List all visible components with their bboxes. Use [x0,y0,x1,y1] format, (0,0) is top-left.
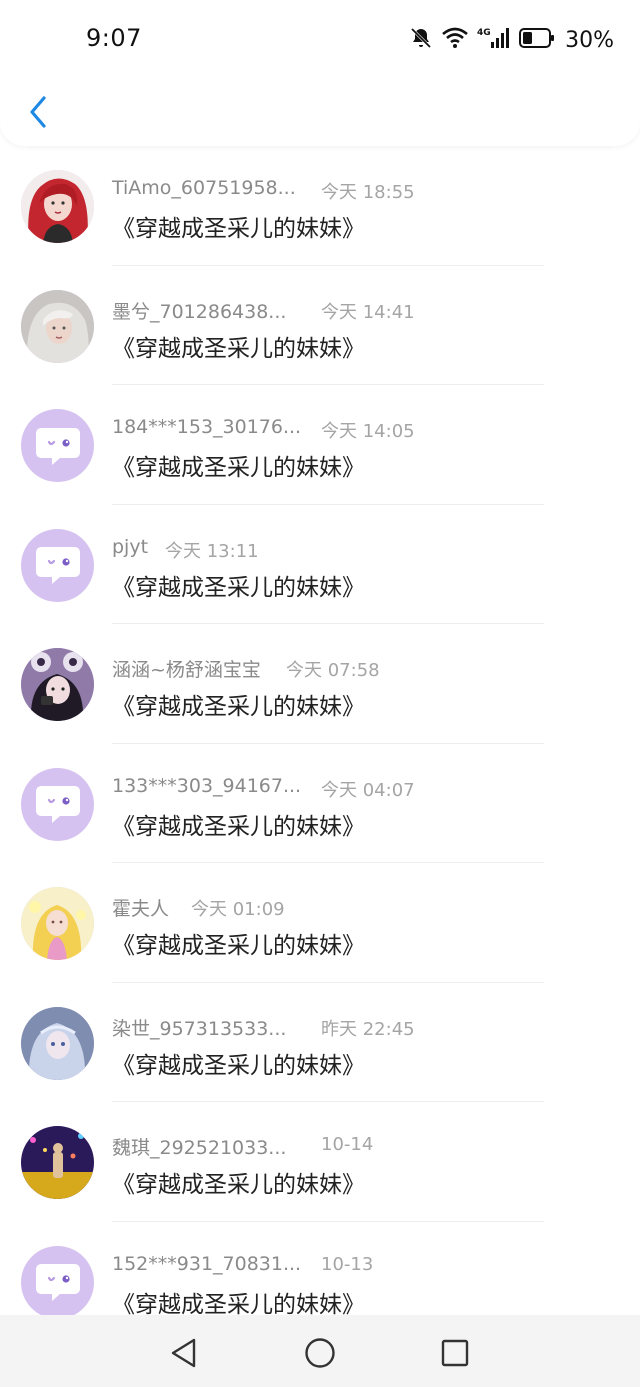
list-item[interactable]: 霍夫人 今天 01:09 《穿越成圣采儿的妹妹》 [0,863,640,983]
user-name: TiAmo_60751958... [112,177,296,199]
list-item[interactable]: 涵涵~杨舒涵宝宝 今天 07:58 《穿越成圣采儿的妹妹》 [0,624,640,744]
timestamp: 今天 13:11 [165,540,259,562]
list-item[interactable]: 184***153_30176... 今天 14:05 《穿越成圣采儿的妹妹》 [0,385,640,505]
avatar[interactable] [21,648,94,721]
timestamp: 今天 14:41 [321,301,415,323]
user-name: 184***153_30176... [112,416,302,438]
wifi-icon [441,26,469,54]
avatar[interactable] [21,887,94,960]
svg-text:4G: 4G [477,28,491,38]
home-circle-icon [305,1338,335,1368]
book-title: 《穿越成圣采儿的妹妹》 [112,335,365,362]
chat-bubble-icon [35,547,80,584]
recents-square-icon [441,1339,469,1367]
user-name: 魏琪_292521033... [112,1137,287,1159]
avatar[interactable] [21,767,94,841]
book-title: 《穿越成圣采儿的妹妹》 [112,574,365,601]
list-item[interactable]: 133***303_94167... 今天 04:07 《穿越成圣采儿的妹妹》 [0,744,640,863]
back-triangle-icon [171,1338,196,1368]
avatar[interactable] [21,409,94,482]
4g-signal-icon: 4G [477,26,511,54]
book-title: 《穿越成圣采儿的妹妹》 [112,1172,365,1198]
book-title: 《穿越成圣采儿的妹妹》 [112,455,365,481]
book-title: 《穿越成圣采儿的妹妹》 [112,1052,365,1079]
list-item[interactable]: 染世_957313533... 昨天 22:45 《穿越成圣采儿的妹妹》 [0,983,640,1102]
user-name: 墨兮_701286438... [112,300,287,323]
list-item[interactable]: TiAmo_60751958... 今天 18:55 《穿越成圣采儿的妹妹》 [0,146,640,266]
book-title: 《穿越成圣采儿的妹妹》 [112,933,365,959]
avatar[interactable] [21,528,94,602]
avatar[interactable] [21,1245,94,1319]
status-time: 9:07 [86,24,142,52]
timestamp: 10-14 [321,1134,374,1155]
user-name: 152***931_70831... [112,1252,302,1275]
user-name: 染世_957313533... [112,1017,287,1040]
avatar[interactable] [21,289,94,363]
list-item[interactable]: pjyt 今天 13:11 《穿越成圣采儿的妹妹》 [0,505,640,624]
timestamp: 昨天 22:45 [321,1018,415,1040]
timestamp: 今天 07:58 [286,660,380,681]
status-icons: 4G 30% [409,24,614,56]
book-title: 《穿越成圣采儿的妹妹》 [112,1291,365,1318]
book-title: 《穿越成圣采儿的妹妹》 [112,813,365,840]
timestamp: 今天 04:07 [321,779,415,801]
timestamp: 今天 01:09 [191,899,285,920]
timestamp: 今天 18:55 [321,182,415,203]
avatar[interactable] [21,170,94,243]
user-name: 霍夫人 [112,898,170,920]
header: 9:07 4G 30% [0,0,640,146]
list-item[interactable]: 魏琪_292521033... 10-14 《穿越成圣采儿的妹妹》 [0,1102,640,1222]
avatar[interactable] [21,1006,94,1080]
user-name: pjyt [112,535,149,558]
battery-percent: 30% [565,27,614,53]
timestamp: 10-13 [321,1253,374,1275]
user-name: 133***303_94167... [112,774,302,797]
chevron-left-icon [30,96,46,128]
avatar[interactable] [21,1126,94,1199]
battery-icon [519,27,555,53]
nav-back-button[interactable] [166,1335,202,1371]
chat-bubble-icon [35,427,80,465]
back-button[interactable] [18,88,58,136]
mute-bell-icon [409,26,433,54]
user-name: 涵涵~杨舒涵宝宝 [112,659,261,681]
chat-bubble-icon [35,786,80,823]
book-title: 《穿越成圣采儿的妹妹》 [112,694,365,720]
reader-list: TiAmo_60751958... 今天 18:55 《穿越成圣采儿的妹妹》 墨… [0,146,640,1341]
system-navbar [0,1315,640,1387]
nav-recents-button[interactable] [437,1335,473,1371]
book-title: 《穿越成圣采儿的妹妹》 [112,216,365,242]
list-item[interactable]: 墨兮_701286438... 今天 14:41 《穿越成圣采儿的妹妹》 [0,266,640,385]
chat-bubble-icon [35,1264,80,1301]
nav-home-button[interactable] [302,1335,338,1371]
timestamp: 今天 14:05 [321,421,415,442]
